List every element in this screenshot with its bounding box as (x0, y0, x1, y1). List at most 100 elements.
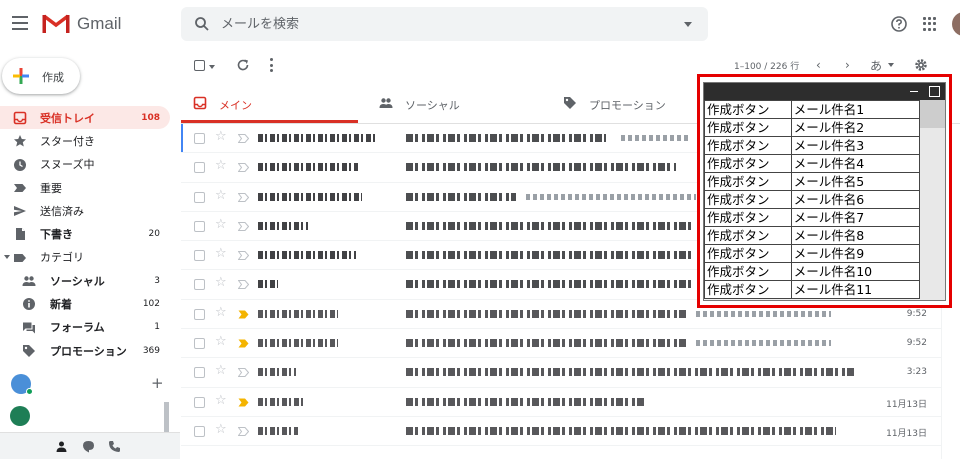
overlay-subject-cell[interactable]: メール件名9 (790, 244, 921, 263)
search-bar[interactable] (181, 7, 708, 41)
tab-primary[interactable]: メイン (181, 84, 358, 123)
sidebar-item-important[interactable]: 重要 (0, 176, 170, 199)
star-icon[interactable]: ☆ (215, 334, 227, 349)
sidebar-item-inbox[interactable]: 受信トレイ 108 (0, 106, 170, 130)
row-checkbox[interactable] (194, 308, 205, 320)
email-row[interactable]: ☆ 9:52 (181, 329, 941, 359)
row-checkbox[interactable] (194, 191, 205, 203)
importance-marker-icon[interactable] (238, 192, 249, 202)
input-tools-caret-icon[interactable] (888, 63, 894, 67)
overlay-subject-cell[interactable]: メール件名8 (790, 226, 921, 245)
sidebar-scrollbar[interactable] (164, 402, 169, 432)
more-options-icon[interactable] (269, 58, 273, 72)
hangouts-user[interactable]: + (0, 372, 170, 398)
maximize-icon[interactable] (928, 85, 940, 97)
overlay-subject-cell[interactable]: メール件名1 (790, 100, 921, 119)
search-input[interactable] (221, 15, 621, 33)
importance-marker-icon[interactable] (238, 310, 249, 319)
sidebar-item-updates[interactable]: 新着 102 (0, 292, 170, 315)
overlay-subject-cell[interactable]: メール件名4 (790, 154, 921, 173)
importance-marker-icon[interactable] (238, 134, 249, 143)
overlay-subject-cell[interactable]: メール件名3 (790, 136, 921, 155)
sidebar-item-categories[interactable]: カテゴリ (0, 246, 170, 269)
phone-icon[interactable] (108, 440, 121, 453)
sidebar-item-drafts[interactable]: 下書き 20 (0, 222, 170, 245)
overlay-compose-button-cell[interactable]: 作成ボタン (704, 244, 792, 263)
account-avatar[interactable] (952, 12, 960, 36)
star-icon[interactable]: ☆ (215, 129, 227, 144)
importance-marker-icon[interactable] (238, 251, 249, 261)
overlay-subject-cell[interactable]: メール件名2 (790, 118, 921, 137)
sidebar-item-forums[interactable]: フォーラム 1 (0, 316, 170, 339)
overlay-scrollbar-thumb[interactable] (920, 100, 945, 128)
overlay-row[interactable]: 作成ボタン メール件名1 (704, 100, 921, 119)
importance-marker-icon[interactable] (238, 163, 249, 173)
row-checkbox[interactable] (194, 367, 205, 379)
overlay-titlebar[interactable] (704, 83, 945, 100)
apps-grid-icon[interactable] (923, 17, 937, 31)
compose-button[interactable]: 作成 (2, 58, 80, 94)
importance-marker-icon[interactable] (238, 280, 249, 290)
row-checkbox[interactable] (194, 425, 205, 437)
overlay-subject-cell[interactable]: メール件名11 (790, 280, 921, 299)
row-checkbox[interactable] (194, 133, 205, 144)
main-menu-icon[interactable] (12, 16, 28, 30)
star-icon[interactable]: ☆ (215, 275, 227, 290)
star-icon[interactable]: ☆ (215, 158, 227, 173)
row-checkbox[interactable] (194, 396, 205, 408)
overlay-row[interactable]: 作成ボタン メール件名2 (704, 118, 921, 137)
overlay-compose-button-cell[interactable]: 作成ボタン (704, 226, 792, 245)
overlay-compose-button-cell[interactable]: 作成ボタン (704, 100, 792, 119)
star-icon[interactable]: ☆ (215, 246, 227, 261)
overlay-subject-cell[interactable]: メール件名5 (790, 172, 921, 191)
sidebar-item-promotions[interactable]: プロモーション 369 (0, 339, 170, 362)
importance-marker-icon[interactable] (238, 368, 249, 378)
minimize-icon[interactable] (908, 85, 920, 97)
importance-marker-icon[interactable] (238, 339, 249, 348)
overlay-compose-button-cell[interactable]: 作成ボタン (704, 190, 792, 209)
overlay-compose-button-cell[interactable]: 作成ボタン (704, 172, 792, 191)
overlay-compose-button-cell[interactable]: 作成ボタン (704, 118, 792, 137)
search-options-icon[interactable] (684, 22, 692, 27)
select-options-icon[interactable] (209, 65, 215, 69)
add-contact-icon[interactable]: + (151, 374, 164, 392)
email-row[interactable]: ☆ 11月13日 (181, 388, 941, 417)
overlay-row[interactable]: 作成ボタン メール件名7 (704, 208, 921, 227)
sidebar-item-snoozed[interactable]: スヌーズ中 (0, 153, 170, 176)
overlay-row[interactable]: 作成ボタン メール件名10 (704, 262, 921, 281)
sidebar-item-sent[interactable]: 送信済み (0, 199, 170, 222)
star-icon[interactable]: ☆ (215, 217, 227, 232)
expand-arrow-icon[interactable] (4, 254, 10, 259)
row-checkbox[interactable] (194, 338, 205, 350)
overlay-subject-cell[interactable]: メール件名10 (790, 262, 921, 281)
overlay-row[interactable]: 作成ボタン メール件名6 (704, 190, 921, 209)
overlay-row[interactable]: 作成ボタン メール件名5 (704, 172, 921, 191)
star-icon[interactable]: ☆ (215, 422, 227, 437)
overlay-row[interactable]: 作成ボタン メール件名3 (704, 136, 921, 155)
importance-marker-icon[interactable] (238, 426, 249, 436)
hangouts-contact[interactable] (0, 403, 160, 429)
row-checkbox[interactable] (194, 279, 205, 291)
overlay-scrollbar[interactable] (920, 100, 945, 300)
tab-social[interactable]: ソーシャル (367, 84, 544, 123)
overlay-compose-button-cell[interactable]: 作成ボタン (704, 154, 792, 173)
overlay-row[interactable]: 作成ボタン メール件名9 (704, 244, 921, 263)
importance-marker-icon[interactable] (238, 221, 249, 231)
row-checkbox[interactable] (194, 250, 205, 262)
star-icon[interactable]: ☆ (215, 393, 227, 408)
sidebar-item-starred[interactable]: スター付き (0, 129, 170, 152)
overlay-row[interactable]: 作成ボタン メール件名8 (704, 226, 921, 245)
gmail-logo[interactable]: Gmail (42, 13, 121, 34)
older-page-icon[interactable]: › (845, 58, 850, 72)
star-icon[interactable]: ☆ (215, 305, 227, 320)
overlay-compose-button-cell[interactable]: 作成ボタン (704, 136, 792, 155)
refresh-icon[interactable] (236, 58, 250, 72)
row-checkbox[interactable] (194, 162, 205, 174)
gear-icon[interactable] (914, 58, 928, 72)
overlay-compose-button-cell[interactable]: 作成ボタン (704, 280, 792, 299)
email-row[interactable]: ☆ 3:23 (181, 358, 941, 388)
star-icon[interactable]: ☆ (215, 363, 227, 378)
person-icon[interactable] (55, 440, 68, 453)
select-all-checkbox[interactable] (194, 60, 205, 71)
overlay-compose-button-cell[interactable]: 作成ボタン (704, 208, 792, 227)
